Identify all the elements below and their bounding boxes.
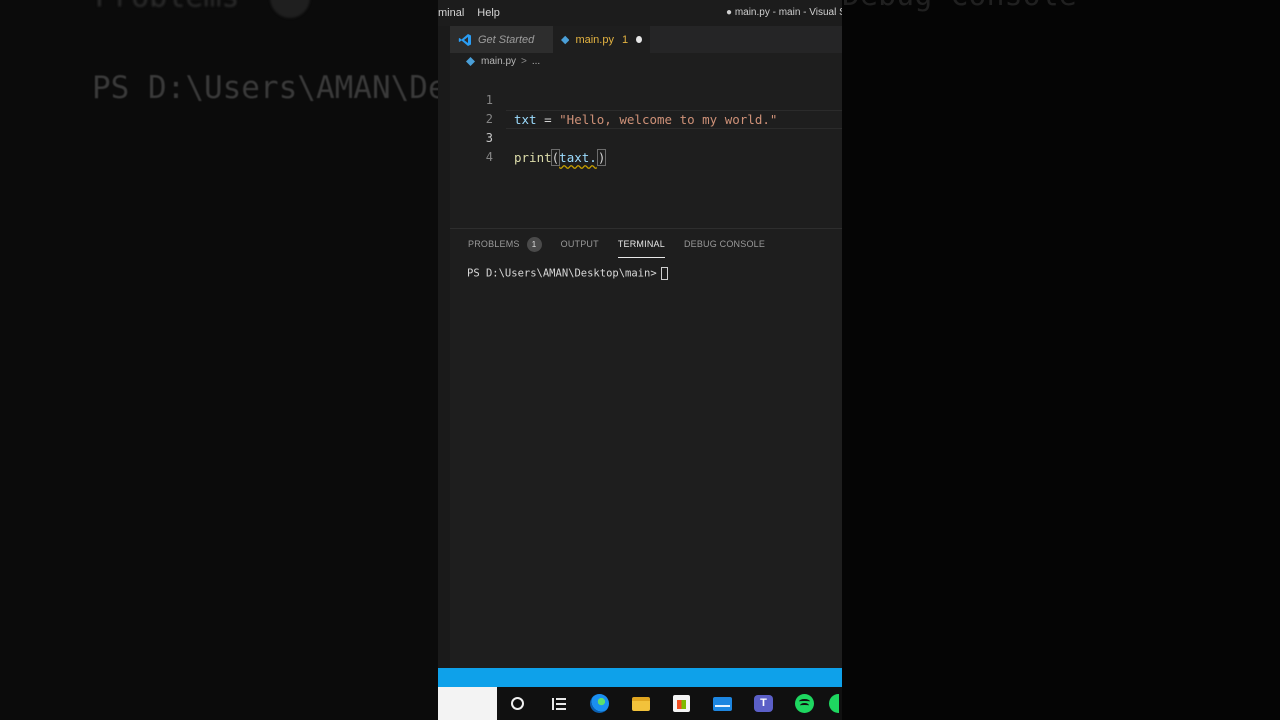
token-function: print xyxy=(514,150,552,165)
tab-terminal[interactable]: TERMINAL xyxy=(617,229,666,259)
cortana-icon[interactable] xyxy=(497,687,538,720)
python-icon xyxy=(466,57,475,66)
tab-main-py[interactable]: main.py 1 xyxy=(553,26,650,53)
tab-output[interactable]: OUTPUT xyxy=(561,229,599,259)
menu-help[interactable]: Help xyxy=(477,7,500,19)
unsaved-dot-icon[interactable] xyxy=(636,36,642,43)
task-view-icon[interactable] xyxy=(538,687,579,720)
vscode-window: minal Help ● main.py - main - Visual S Ge… xyxy=(438,0,842,720)
file-explorer-icon[interactable] xyxy=(620,687,661,720)
taskbar-search-box[interactable] xyxy=(438,687,497,720)
code-line: 1 txt = "Hello, welcome to my world." xyxy=(450,72,842,127)
python-icon xyxy=(561,35,570,44)
whatsapp-icon[interactable] xyxy=(825,687,839,720)
code-line: 2 xyxy=(450,91,842,126)
ghost-panel-tabs: Problems xyxy=(95,0,438,18)
tab-get-started[interactable]: Get Started xyxy=(450,26,553,53)
window-title: ● main.py - main - Visual S xyxy=(726,7,842,18)
code-line-current: 3 print(taxt.) xyxy=(450,110,842,166)
terminal-prompt[interactable]: PS D:\Users\AMAN\Desktop\main> xyxy=(467,267,668,280)
activity-bar xyxy=(438,26,450,652)
tab-get-started-label: Get Started xyxy=(478,33,535,46)
mail-icon[interactable] xyxy=(702,687,743,720)
breadcrumb-file[interactable]: main.py xyxy=(481,56,516,67)
menu-terminal[interactable]: minal xyxy=(438,7,464,19)
store-icon[interactable] xyxy=(661,687,702,720)
blurred-background-left: Problems PS D:\Users\AMAN\De xyxy=(0,0,438,720)
vscode-icon xyxy=(458,33,472,47)
panel-tabs: PROBLEMS 1 OUTPUT TERMINAL DEBUG CONSOLE xyxy=(450,229,842,259)
windows-taskbar: T xyxy=(438,687,842,720)
tab-problem-count: 1 xyxy=(621,33,629,46)
terminal-prompt-text: PS D:\Users\AMAN\Desktop\main> xyxy=(467,267,657,280)
code-line: 4 xyxy=(450,129,842,164)
bottom-panel: PROBLEMS 1 OUTPUT TERMINAL DEBUG CONSOLE … xyxy=(450,228,842,652)
terminal-cursor xyxy=(660,267,668,280)
teams-icon[interactable]: T xyxy=(743,687,784,720)
tab-debug-console[interactable]: DEBUG CONSOLE xyxy=(684,229,765,259)
tab-main-py-label: main.py xyxy=(575,33,614,46)
line-number: 4 xyxy=(485,150,493,164)
token-error: taxt. xyxy=(559,150,597,165)
ghost-debug-console: Debug Console xyxy=(842,0,1077,13)
spotify-icon[interactable] xyxy=(784,687,825,720)
title-bar: minal Help ● main.py - main - Visual S xyxy=(438,0,842,26)
ghost-terminal-text: PS D:\Users\AMAN\De xyxy=(92,70,438,106)
tab-problems[interactable]: PROBLEMS 1 xyxy=(468,229,542,259)
code-editor[interactable]: 1 txt = "Hello, welcome to my world." 2 … xyxy=(450,72,842,166)
breadcrumb: main.py > ... xyxy=(466,56,540,67)
problems-badge: 1 xyxy=(526,236,542,252)
menu-bar: minal Help xyxy=(438,7,513,19)
status-bar xyxy=(438,668,842,687)
chevron-right-icon: > xyxy=(521,56,527,67)
activity-bar-bottom xyxy=(438,652,450,668)
edge-icon[interactable] xyxy=(579,687,620,720)
line-content: print(taxt.) xyxy=(514,148,607,167)
editor-tabs: Get Started main.py 1 xyxy=(450,26,842,53)
breadcrumb-symbols[interactable]: ... xyxy=(532,56,540,67)
token-close-paren: ) xyxy=(596,149,607,166)
ghost-badge xyxy=(269,0,310,18)
blurred-background-right: Debug Console xyxy=(842,0,1280,720)
